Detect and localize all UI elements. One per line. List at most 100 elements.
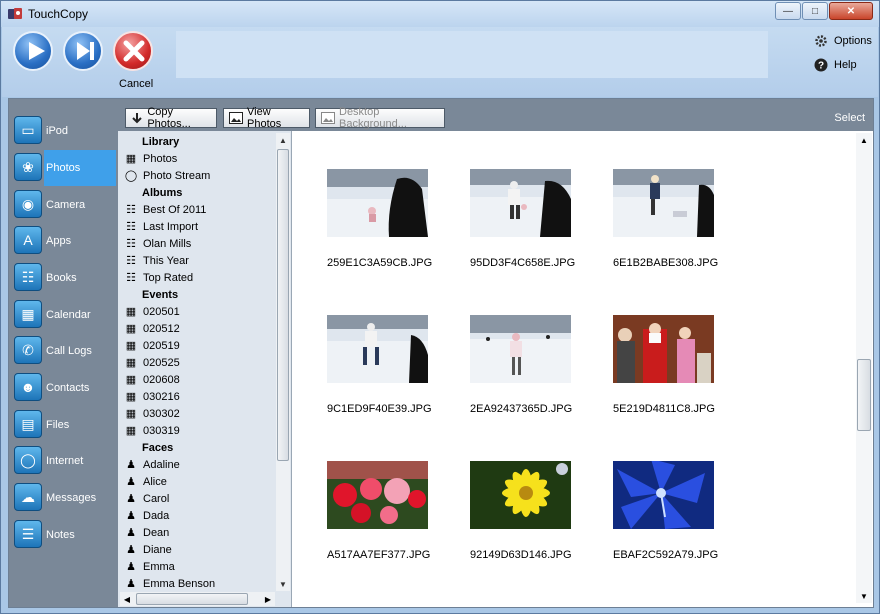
scroll-down-arrow-icon[interactable]: ▼ [856, 589, 872, 603]
desktop-background-button[interactable]: Desktop Background... [315, 106, 445, 130]
scroll-up-arrow-icon[interactable]: ▲ [856, 133, 872, 147]
sidebar-item-files[interactable]: ▤ Files [9, 407, 116, 443]
tree-item-album[interactable]: ☷ Top Rated [124, 269, 193, 286]
tree-item-face[interactable]: ♟ Carol [124, 490, 169, 507]
sidebar-item-notes[interactable]: ☰ Notes [9, 517, 116, 553]
tree-item-event[interactable]: ▦ 020525 [124, 354, 180, 371]
photo-thumbnail[interactable] [327, 315, 428, 383]
sidebar-item-contacts[interactable]: ☻ Contacts [9, 370, 116, 406]
tree-vertical-scrollbar[interactable]: ▲ ▼ [276, 133, 290, 591]
photo-thumbnail[interactable] [470, 315, 571, 383]
play-button[interactable] [13, 31, 53, 71]
tree-item-photo-stream[interactable]: ◯ Photo Stream [124, 167, 210, 184]
photo-thumbnail[interactable] [613, 315, 714, 383]
tree-item-event[interactable]: ▦ 030216 [124, 388, 180, 405]
tree-item-label: Adaline [143, 458, 180, 471]
tree-item-album[interactable]: ☷ Best Of 2011 [124, 201, 206, 218]
photos-icon: ❀ [14, 153, 42, 181]
tree-item-label: 020608 [143, 373, 180, 386]
sidebar-item-label: iPod [46, 125, 69, 137]
scroll-left-arrow-icon[interactable]: ◀ [120, 592, 134, 606]
scrollbar-thumb[interactable] [136, 593, 248, 605]
tree-item-face[interactable]: ♟ Adaline [124, 456, 180, 473]
close-window-button[interactable]: ✕ [829, 2, 873, 20]
sidebar-item-camera[interactable]: ◉ Camera [9, 187, 116, 223]
tree-item-label: 030319 [143, 424, 180, 437]
tree-item-album[interactable]: ☷ This Year [124, 252, 189, 269]
tree-item-photos[interactable]: ▦ Photos [124, 150, 177, 167]
photo-thumbnail[interactable] [327, 169, 428, 237]
tree-item-face[interactable]: ♟ Alice [124, 473, 167, 490]
options-button[interactable]: Options [814, 34, 872, 48]
tree-item-event[interactable]: ▦ 020519 [124, 337, 180, 354]
photo-tile[interactable]: 92149D63D146.JPG [470, 461, 590, 561]
help-button[interactable]: ? Help [814, 58, 857, 72]
sidebar-item-messages[interactable]: ☁ Messages [9, 480, 116, 516]
sidebar-item-label: Files [46, 419, 70, 431]
photo-tile[interactable]: 2EA92437365D.JPG [470, 315, 590, 415]
copy-photos-button[interactable]: Copy Photos... [125, 106, 217, 130]
view-photos-button[interactable]: View Photos [223, 106, 310, 130]
tree-item-event[interactable]: ▦ 020608 [124, 371, 180, 388]
tree-item-album[interactable]: ☷ Last Import [124, 218, 198, 235]
sidebar-item-label: Notes [46, 529, 75, 541]
tree-item-face[interactable]: ♟ Diane [124, 541, 172, 558]
person-icon: ♟ [126, 544, 136, 556]
globe-icon: ◯ [14, 446, 42, 474]
cancel-label[interactable]: Cancel [119, 78, 153, 90]
cancel-button[interactable] [113, 31, 153, 71]
scroll-up-arrow-icon[interactable]: ▲ [276, 133, 290, 147]
calendar-icon: ▦ [125, 374, 137, 386]
sidebar-item-ipod[interactable]: ▭ iPod [9, 113, 116, 149]
tree-horizontal-scrollbar[interactable]: ◀ ▶ [120, 592, 275, 606]
photo-thumbnail[interactable] [613, 169, 714, 237]
select-link[interactable]: Select [834, 112, 865, 124]
scroll-down-arrow-icon[interactable]: ▼ [276, 577, 290, 591]
minimize-button[interactable]: — [775, 2, 801, 20]
scroll-right-arrow-icon[interactable]: ▶ [261, 592, 275, 606]
tree-item-event[interactable]: ▦ 020512 [124, 320, 180, 337]
photos-icon: ▦ [125, 153, 137, 165]
person-icon: ♟ [126, 527, 136, 539]
photo-grid-scrollbar[interactable]: ▲ ▼ [856, 133, 872, 603]
tree-item-label: 020501 [143, 305, 180, 318]
cancel-x-icon [123, 40, 145, 62]
photo-tile[interactable]: EBAF2C592A79.JPG [613, 461, 733, 561]
tree-item-album[interactable]: ☷ Olan Mills [124, 235, 191, 252]
scrollbar-thumb[interactable] [857, 359, 871, 431]
photo-tile[interactable]: 9C1ED9F40E39.JPG [327, 315, 447, 415]
photo-tile[interactable]: A517AA7EF377.JPG [327, 461, 447, 561]
sidebar-item-calendar[interactable]: ▦ Calendar [9, 297, 116, 333]
sidebar-item-books[interactable]: ☷ Books [9, 260, 116, 296]
window-title: TouchCopy [28, 7, 89, 21]
next-button[interactable] [63, 31, 103, 71]
tree-item-event[interactable]: ▦ 020501 [124, 303, 180, 320]
maximize-button[interactable]: □ [802, 2, 828, 20]
tree-item-event[interactable]: ▦ 030319 [124, 422, 180, 439]
photo-tile[interactable]: 5E219D4811C8.JPG [613, 315, 733, 415]
sidebar-item-call-logs[interactable]: ✆ Call Logs [9, 333, 116, 369]
main-panel: ▭ iPod ❀ Photos ◉ Camera A Apps ☷ Books [8, 98, 874, 608]
tree-item-face[interactable]: ♟ Dean [124, 524, 169, 541]
sidebar-item-apps[interactable]: A Apps [9, 223, 116, 259]
photo-thumbnail[interactable] [327, 461, 428, 529]
tree-item-face[interactable]: ♟ Emma Benson [124, 575, 215, 592]
play-icon [29, 42, 45, 60]
photo-tile[interactable]: 259E1C3A59CB.JPG [327, 169, 447, 269]
tree-item-event[interactable]: ▦ 030302 [124, 405, 180, 422]
title-bar[interactable]: TouchCopy — □ ✕ [1, 1, 879, 27]
tree-item-label: Olan Mills [143, 237, 192, 250]
status-banner [176, 31, 768, 78]
tree-item-face[interactable]: ♟ Dada [124, 507, 169, 524]
tree-item-face[interactable]: ♟ Emma [124, 558, 175, 575]
photo-thumbnail[interactable] [470, 461, 571, 529]
sidebar-item-photos[interactable]: Photos [44, 150, 116, 186]
photo-tile[interactable]: 6E1B2BABE308.JPG [613, 169, 733, 269]
photo-thumbnail[interactable] [470, 169, 571, 237]
scrollbar-thumb[interactable] [277, 149, 289, 461]
photo-thumbnail[interactable] [613, 461, 714, 529]
photo-tile[interactable]: 95DD3F4C658E.JPG [470, 169, 590, 269]
sidebar-item-internet[interactable]: ◯ Internet [9, 443, 116, 479]
speech-bubble-icon: ☁ [14, 483, 42, 511]
photo-filename: 9C1ED9F40E39.JPG [327, 403, 432, 415]
